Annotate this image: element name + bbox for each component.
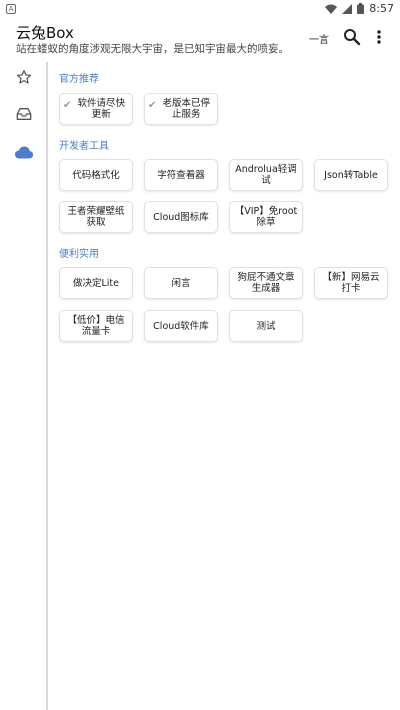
tool-card[interactable]: 王者荣耀壁纸获取 <box>59 201 133 233</box>
section-title: 便利实用 <box>59 249 99 260</box>
search-icon[interactable] <box>343 28 361 46</box>
notification-app-icon: A <box>6 3 16 14</box>
section-title: 开发者工具 <box>59 141 109 152</box>
check-icon: ✔ <box>63 100 72 111</box>
tool-card-label: 字符查看器 <box>157 169 205 181</box>
tool-card[interactable]: 测试 <box>229 310 303 342</box>
more-vert-icon[interactable] <box>372 28 386 46</box>
tool-card[interactable]: 字符查看器 <box>144 159 218 191</box>
status-icons: 8:57 <box>325 2 394 15</box>
tool-card-label: Cloud图标库 <box>153 211 209 223</box>
tool-card-label: Cloud软件库 <box>153 320 209 332</box>
status-bar: A 8:57 <box>0 0 400 17</box>
rail-item-favorites[interactable] <box>14 67 34 87</box>
star-icon <box>16 70 32 84</box>
tool-card-label: 老版本已停止服务 <box>162 98 210 120</box>
section-title: 官方推荐 <box>59 74 99 85</box>
tool-card-label: Androlua轻调试 <box>235 164 297 186</box>
wifi-icon <box>325 4 338 14</box>
tool-card[interactable]: Json转Table <box>314 159 388 191</box>
tool-card-label: 做决定Lite <box>72 277 119 289</box>
tool-card-label: Json转Table <box>324 169 378 181</box>
tool-card[interactable]: 【VIP】免root除草 <box>229 201 303 233</box>
content-area: 官方推荐 ✔ 软件请尽快更新 ✔ 老版本已停止服务 开发者工具 代码格式化 字符… <box>50 62 400 710</box>
check-icon: ✔ <box>148 100 157 111</box>
tool-card[interactable]: 代码格式化 <box>59 159 133 191</box>
tool-card[interactable]: 【新】网易云打卡 <box>314 267 388 299</box>
tool-card-label: 王者荣耀壁纸获取 <box>67 206 125 228</box>
app-title: 云兔Box <box>16 24 74 42</box>
tool-card-label: 闲言 <box>171 277 191 289</box>
signal-icon <box>342 3 353 14</box>
rail-item-cloud[interactable] <box>14 142 34 162</box>
tool-card-label: 【VIP】免root除草 <box>234 206 298 228</box>
tool-card[interactable]: Androlua轻调试 <box>229 159 303 191</box>
tool-card[interactable]: ✔ 软件请尽快更新 <box>59 93 133 125</box>
tool-card-label: 狗屁不通文章生成器 <box>237 272 295 294</box>
app-subtitle: 站在蝼蚁的角度涉观无限大宇宙，是已知宇宙最大的喷妄。 <box>16 43 289 55</box>
tool-card[interactable]: 狗屁不通文章生成器 <box>229 267 303 299</box>
navigation-rail <box>0 62 48 710</box>
tool-card[interactable]: Cloud软件库 <box>144 310 218 342</box>
rail-item-inbox[interactable] <box>14 104 34 124</box>
tool-card-label: 【新】网易云打卡 <box>322 272 380 294</box>
tool-card[interactable]: 闲言 <box>144 267 218 299</box>
inbox-icon <box>16 107 32 120</box>
tool-card[interactable]: Cloud图标库 <box>144 201 218 233</box>
clock: 8:57 <box>369 2 394 15</box>
tool-card[interactable]: ✔ 老版本已停止服务 <box>144 93 218 125</box>
yiyan-button[interactable]: 一言 <box>309 31 329 46</box>
tool-card[interactable]: 【低价】电信流量卡 <box>59 310 133 342</box>
app-bar: 云兔Box 站在蝼蚁的角度涉观无限大宇宙，是已知宇宙最大的喷妄。 一言 <box>0 17 400 62</box>
tool-card-label: 【低价】电信流量卡 <box>67 315 125 337</box>
tool-card-label: 软件请尽快更新 <box>77 98 125 120</box>
cloud-icon <box>15 146 33 158</box>
tool-card-label: 代码格式化 <box>72 169 120 181</box>
tool-card-label: 测试 <box>256 320 276 332</box>
battery-icon <box>357 3 365 14</box>
tool-card[interactable]: 做决定Lite <box>59 267 133 299</box>
